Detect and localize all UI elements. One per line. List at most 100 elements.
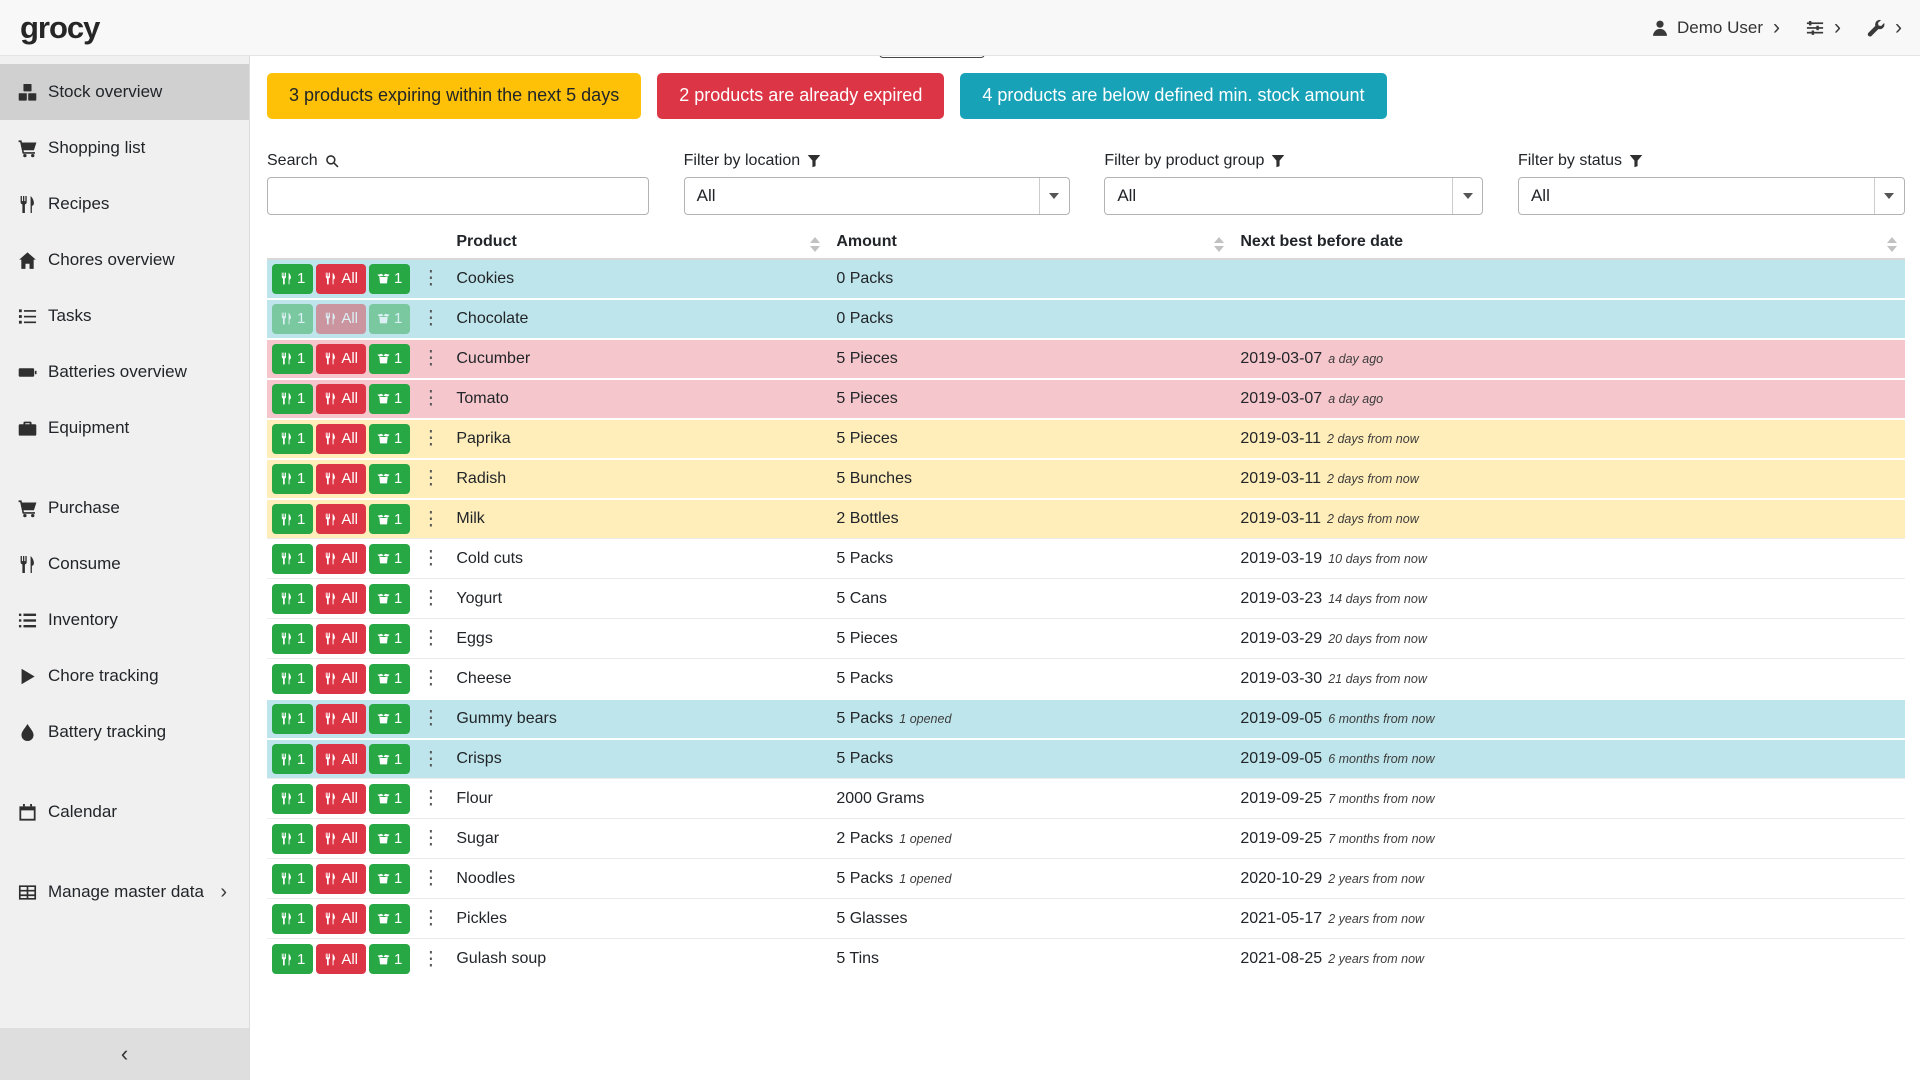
consume-all-button[interactable]: All bbox=[316, 424, 366, 454]
consume-one-button[interactable]: 1 bbox=[272, 784, 313, 814]
status-select[interactable]: All bbox=[1518, 177, 1905, 215]
sidebar-item-batteries-overview[interactable]: Batteries overview bbox=[0, 344, 249, 400]
expiring-alert[interactable]: 3 products expiring within the next 5 da… bbox=[267, 73, 641, 119]
settings-menu[interactable]: › bbox=[1806, 17, 1841, 38]
admin-menu[interactable]: › bbox=[1867, 17, 1902, 38]
open-product-button[interactable]: 1 bbox=[369, 544, 410, 574]
row-menu-icon[interactable]: ⋮ bbox=[421, 789, 440, 808]
expired-alert[interactable]: 2 products are already expired bbox=[657, 73, 944, 119]
row-menu-icon[interactable]: ⋮ bbox=[421, 829, 440, 848]
sidebar-item-shopping-list[interactable]: Shopping list bbox=[0, 120, 249, 176]
open-product-button[interactable]: 1 bbox=[369, 864, 410, 894]
consume-all-button[interactable]: All bbox=[316, 624, 366, 654]
row-menu-icon[interactable]: ⋮ bbox=[421, 950, 440, 969]
consume-all-button[interactable]: All bbox=[316, 784, 366, 814]
open-product-button[interactable]: 1 bbox=[369, 344, 410, 374]
open-product-button[interactable]: 1 bbox=[369, 664, 410, 694]
row-menu-icon[interactable]: ⋮ bbox=[421, 589, 440, 608]
consume-all-button[interactable]: All bbox=[316, 824, 366, 854]
search-input[interactable] bbox=[267, 177, 649, 215]
consume-one-button[interactable]: 1 bbox=[272, 384, 313, 414]
sidebar-item-purchase[interactable]: Purchase bbox=[0, 480, 249, 536]
consume-one-button[interactable]: 1 bbox=[272, 824, 313, 854]
sidebar-item-calendar[interactable]: Calendar bbox=[0, 784, 249, 840]
row-menu-icon[interactable]: ⋮ bbox=[421, 269, 440, 288]
open-product-button[interactable]: 1 bbox=[369, 784, 410, 814]
consume-all-button[interactable]: All bbox=[316, 384, 366, 414]
consume-one-button[interactable]: 1 bbox=[272, 504, 313, 534]
consume-one-button[interactable]: 1 bbox=[272, 464, 313, 494]
open-product-button[interactable]: 1 bbox=[369, 264, 410, 294]
consume-one-button[interactable]: 1 bbox=[272, 304, 313, 334]
consume-all-button[interactable]: All bbox=[316, 704, 366, 734]
row-menu-icon[interactable]: ⋮ bbox=[421, 309, 440, 328]
consume-all-button[interactable]: All bbox=[316, 504, 366, 534]
row-menu-icon[interactable]: ⋮ bbox=[421, 389, 440, 408]
row-menu-icon[interactable]: ⋮ bbox=[421, 709, 440, 728]
consume-one-button[interactable]: 1 bbox=[272, 944, 313, 974]
amount-column-header[interactable]: Amount bbox=[828, 227, 1232, 259]
below-min-stock-alert[interactable]: 4 products are below defined min. stock … bbox=[960, 73, 1386, 119]
consume-all-button[interactable]: All bbox=[316, 864, 366, 894]
sidebar-item-inventory[interactable]: Inventory bbox=[0, 592, 249, 648]
row-menu-icon[interactable]: ⋮ bbox=[421, 469, 440, 488]
sidebar-item-consume[interactable]: Consume bbox=[0, 536, 249, 592]
sidebar-item-tasks[interactable]: Tasks bbox=[0, 288, 249, 344]
consume-all-button[interactable]: All bbox=[316, 664, 366, 694]
open-product-button[interactable]: 1 bbox=[369, 904, 410, 934]
open-product-button[interactable]: 1 bbox=[369, 704, 410, 734]
row-menu-icon[interactable]: ⋮ bbox=[421, 429, 440, 448]
location-select[interactable]: All bbox=[684, 177, 1070, 215]
open-product-button[interactable]: 1 bbox=[369, 304, 410, 334]
consume-one-button[interactable]: 1 bbox=[272, 624, 313, 654]
consume-all-button[interactable]: All bbox=[316, 304, 366, 334]
open-product-button[interactable]: 1 bbox=[369, 824, 410, 854]
open-product-button[interactable]: 1 bbox=[369, 624, 410, 654]
row-menu-icon[interactable]: ⋮ bbox=[421, 909, 440, 928]
sidebar-item-chores-overview[interactable]: Chores overview bbox=[0, 232, 249, 288]
row-menu-icon[interactable]: ⋮ bbox=[421, 349, 440, 368]
row-menu-icon[interactable]: ⋮ bbox=[421, 869, 440, 888]
open-product-button[interactable]: 1 bbox=[369, 384, 410, 414]
best-before-column-header[interactable]: Next best before date bbox=[1232, 227, 1905, 259]
open-product-button[interactable]: 1 bbox=[369, 464, 410, 494]
consume-all-button[interactable]: All bbox=[316, 944, 366, 974]
sidebar-item-recipes[interactable]: Recipes bbox=[0, 176, 249, 232]
row-menu-icon[interactable]: ⋮ bbox=[421, 510, 440, 529]
consume-all-button[interactable]: All bbox=[316, 464, 366, 494]
sidebar-collapse-button[interactable]: ‹ bbox=[0, 1028, 249, 1080]
row-menu-icon[interactable]: ⋮ bbox=[421, 750, 440, 769]
consume-all-button[interactable]: All bbox=[316, 264, 366, 294]
open-product-button[interactable]: 1 bbox=[369, 744, 410, 774]
open-product-button[interactable]: 1 bbox=[369, 944, 410, 974]
consume-one-button[interactable]: 1 bbox=[272, 744, 313, 774]
open-product-button[interactable]: 1 bbox=[369, 504, 410, 534]
consume-one-button[interactable]: 1 bbox=[272, 864, 313, 894]
consume-one-button[interactable]: 1 bbox=[272, 264, 313, 294]
user-menu[interactable]: Demo User › bbox=[1651, 17, 1780, 38]
consume-all-button[interactable]: All bbox=[316, 584, 366, 614]
sidebar-item-chore-tracking[interactable]: Chore tracking bbox=[0, 648, 249, 704]
row-menu-icon[interactable]: ⋮ bbox=[421, 669, 440, 688]
consume-one-button[interactable]: 1 bbox=[272, 544, 313, 574]
consume-one-button[interactable]: 1 bbox=[272, 704, 313, 734]
consume-all-button[interactable]: All bbox=[316, 744, 366, 774]
sidebar-item-manage-master-data[interactable]: Manage master data › bbox=[0, 864, 249, 920]
consume-one-button[interactable]: 1 bbox=[272, 584, 313, 614]
consume-all-button[interactable]: All bbox=[316, 544, 366, 574]
open-product-button[interactable]: 1 bbox=[369, 424, 410, 454]
open-product-button[interactable]: 1 bbox=[369, 584, 410, 614]
product-column-header[interactable]: Product bbox=[448, 227, 828, 259]
consume-one-button[interactable]: 1 bbox=[272, 904, 313, 934]
consume-one-button[interactable]: 1 bbox=[272, 664, 313, 694]
consume-all-button[interactable]: All bbox=[316, 344, 366, 374]
grocy-logo[interactable]: grocy bbox=[20, 10, 99, 46]
consume-all-button[interactable]: All bbox=[316, 904, 366, 934]
sidebar-item-stock-overview[interactable]: Stock overview bbox=[0, 64, 249, 120]
sidebar-item-battery-tracking[interactable]: Battery tracking bbox=[0, 704, 249, 760]
sidebar-item-equipment[interactable]: Equipment bbox=[0, 400, 249, 456]
consume-one-button[interactable]: 1 bbox=[272, 424, 313, 454]
row-menu-icon[interactable]: ⋮ bbox=[421, 629, 440, 648]
row-menu-icon[interactable]: ⋮ bbox=[421, 549, 440, 568]
product-group-select[interactable]: All bbox=[1104, 177, 1483, 215]
